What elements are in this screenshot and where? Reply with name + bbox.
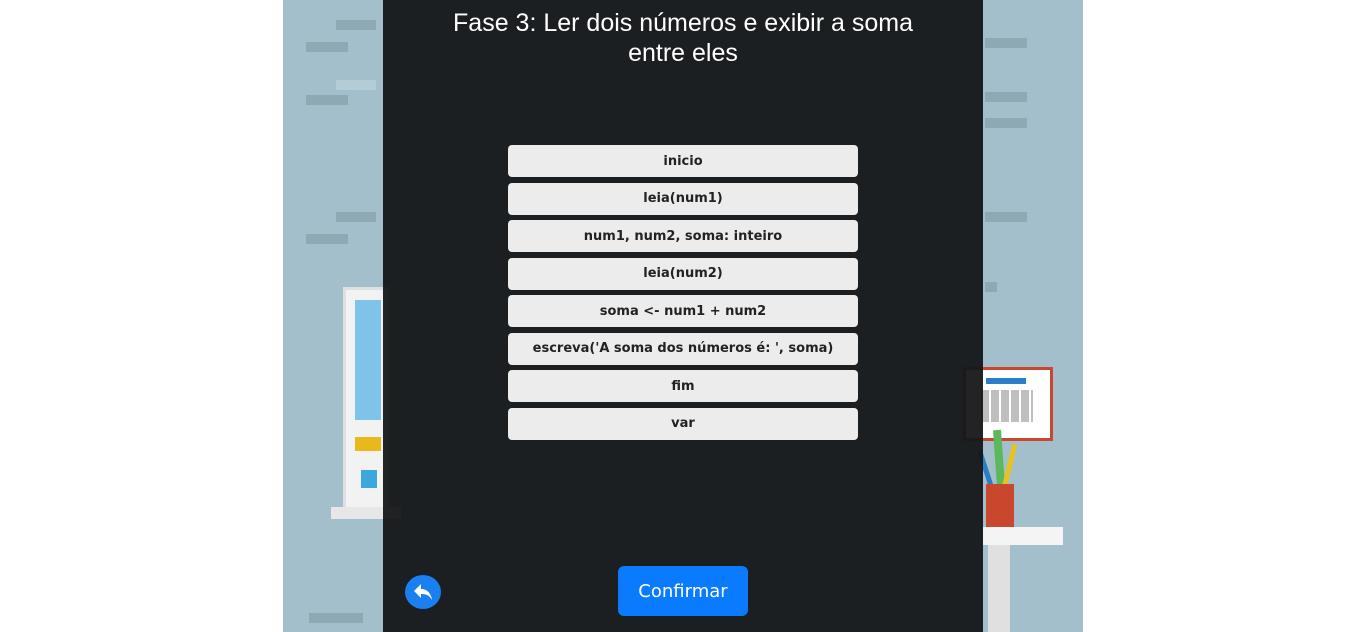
- window-box: [361, 470, 377, 488]
- code-block[interactable]: leia(num1): [508, 182, 858, 215]
- confirm-button[interactable]: Confirmar: [618, 566, 748, 616]
- wall-decoration: [985, 118, 1027, 128]
- calendar-grid: [981, 390, 1033, 422]
- wall-decoration: [306, 42, 348, 52]
- code-block[interactable]: inicio: [508, 145, 858, 177]
- window-glass: [355, 300, 381, 420]
- back-button[interactable]: [405, 575, 441, 609]
- window-shelf: [355, 437, 381, 451]
- wall-decoration: [985, 38, 1027, 48]
- code-block[interactable]: soma <- num1 + num2: [508, 295, 858, 327]
- reply-arrow-icon: [414, 584, 432, 600]
- code-block[interactable]: escreva('A soma dos números é: ', soma): [508, 332, 858, 365]
- wall-decoration: [336, 20, 376, 30]
- code-block-list: inicio leia(num1) num1, num2, soma: inte…: [508, 145, 858, 445]
- wall-decoration: [309, 613, 363, 623]
- wall-decoration: [336, 80, 376, 90]
- wall-decoration: [985, 92, 1027, 102]
- code-block[interactable]: leia(num2): [508, 257, 858, 290]
- stage-title-line1: Fase 3: Ler dois números e exibir a soma: [453, 9, 913, 37]
- code-block[interactable]: var: [508, 407, 858, 440]
- wall-decoration: [336, 212, 376, 222]
- pen-decoration: [1001, 444, 1018, 488]
- wall-decoration: [985, 282, 997, 292]
- wall-decoration: [306, 95, 348, 105]
- pen-cup: [986, 484, 1014, 528]
- stage-panel: Fase 3: Ler dois números e exibir a soma…: [383, 0, 983, 632]
- wall-decoration: [306, 234, 348, 244]
- desk-top: [983, 527, 1063, 545]
- calendar-header: [986, 378, 1026, 384]
- stage-title-line2: entre eles: [628, 39, 738, 67]
- code-block[interactable]: num1, num2, soma: inteiro: [508, 220, 858, 252]
- code-block[interactable]: fim: [508, 370, 858, 402]
- stage-title: Fase 3: Ler dois números e exibir a soma…: [383, 8, 983, 68]
- wall-decoration: [985, 212, 1027, 222]
- desk-leg: [988, 545, 1010, 632]
